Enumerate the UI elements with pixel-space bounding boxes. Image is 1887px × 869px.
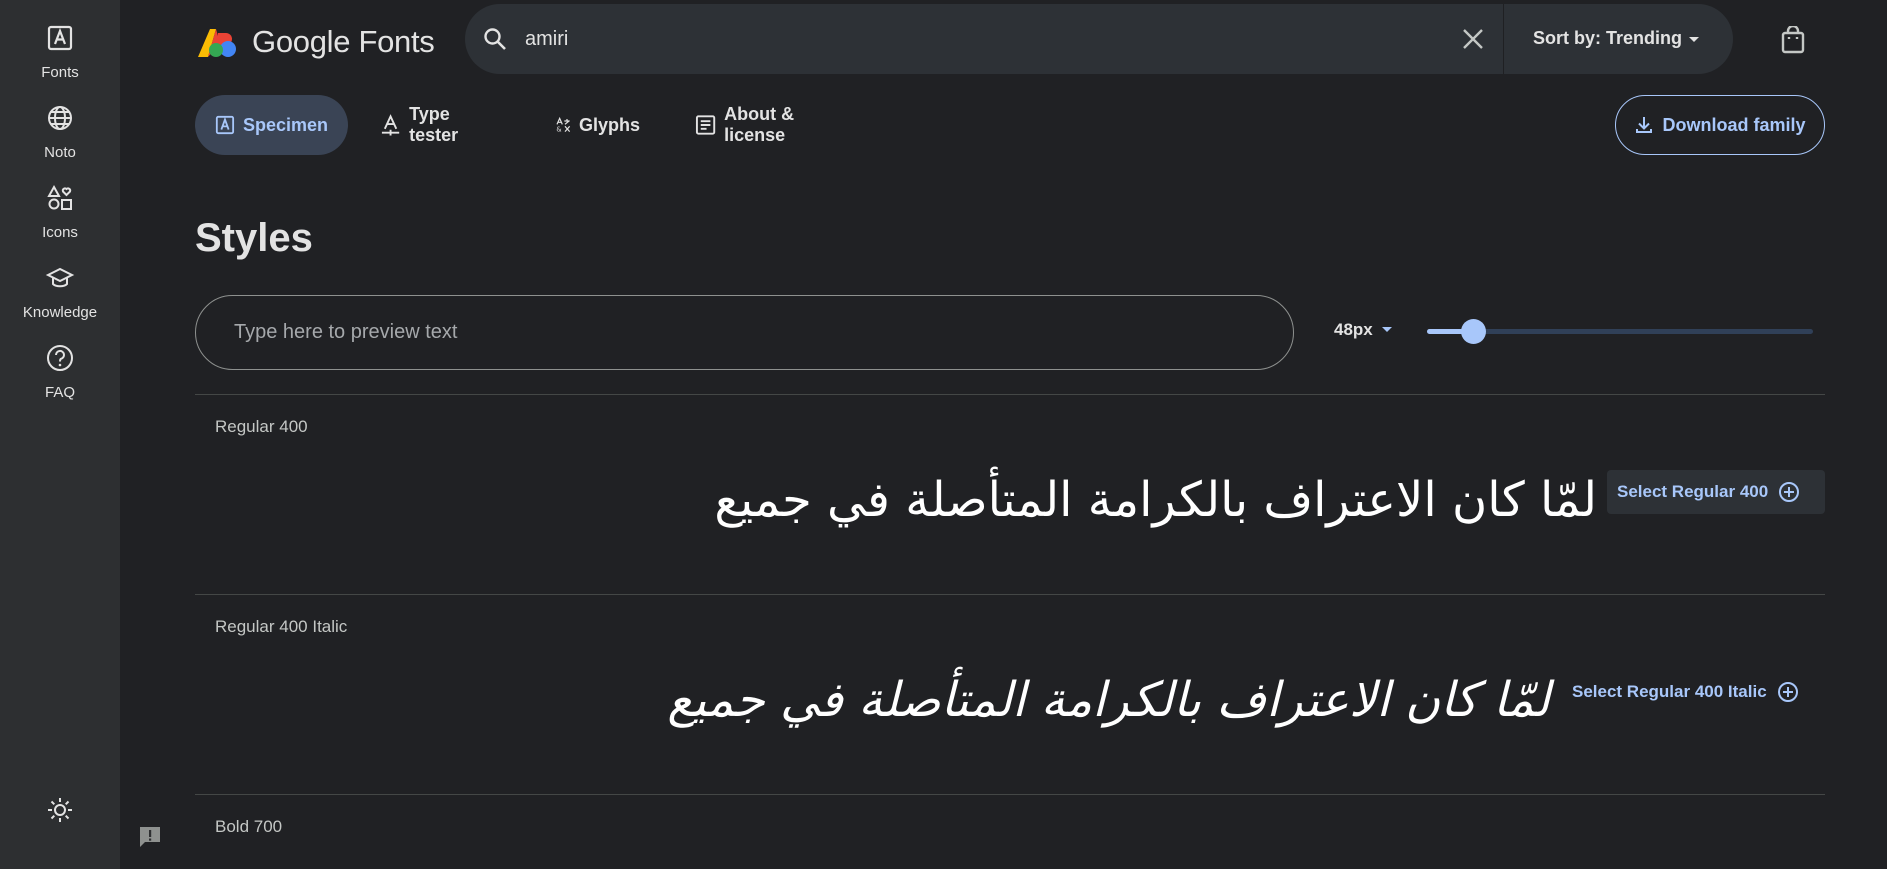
- search-input[interactable]: [525, 24, 1425, 54]
- download-icon: [1636, 117, 1653, 133]
- download-family-button[interactable]: Download family: [1615, 95, 1825, 155]
- shopping-bag-icon[interactable]: [1780, 24, 1806, 59]
- google-fonts-logo[interactable]: Google Fonts: [196, 24, 435, 60]
- add-circle-icon: [1779, 482, 1800, 502]
- search-divider: [1503, 4, 1504, 74]
- style-label-regular-400-italic: Regular 400 Italic: [215, 617, 348, 636]
- search-icon: [483, 27, 507, 56]
- divider: [195, 594, 1825, 595]
- sample-text-regular-400: لمّا كان الاعتراف بالكرامة المتأصلة في ج…: [714, 472, 1597, 528]
- svg-text:&: &: [556, 126, 561, 134]
- glyphs-icon: &: [556, 116, 571, 134]
- tab-label: Specimen: [242, 114, 328, 135]
- tab-label: About & license: [724, 104, 795, 145]
- rail-item-faq[interactable]: FAQ: [0, 338, 120, 410]
- rail-item-noto[interactable]: Noto: [0, 98, 120, 170]
- tab-specimen[interactable]: Specimen: [195, 95, 348, 155]
- font-size-slider-thumb[interactable]: [1460, 319, 1486, 344]
- caret-down-icon: [1381, 327, 1392, 332]
- tab-about-license[interactable]: About & license: [675, 95, 875, 155]
- help-circle-icon: [44, 342, 76, 374]
- rail-item-icons[interactable]: Icons: [0, 178, 120, 250]
- graduation-cap-icon: [44, 262, 76, 294]
- sort-label: Sort by: Trending: [1533, 28, 1683, 48]
- select-label: Select Regular 400 Italic: [1572, 682, 1767, 701]
- divider: [195, 794, 1825, 795]
- select-label: Select Regular 400: [1617, 482, 1769, 501]
- rail-label: Noto: [44, 144, 76, 161]
- tab-label: Glyphs: [578, 114, 640, 135]
- add-circle-icon: [1777, 682, 1798, 702]
- select-regular-400-button[interactable]: Select Regular 400: [1607, 470, 1825, 514]
- select-regular-400-italic-button[interactable]: Select Regular 400 Italic: [1562, 670, 1825, 714]
- rail-label: FAQ: [44, 384, 75, 401]
- tab-glyphs[interactable]: & Glyphs: [535, 95, 660, 155]
- rail-label: Knowledge: [22, 304, 98, 321]
- article-icon: [695, 115, 716, 135]
- theme-toggle-sun-icon[interactable]: [44, 794, 76, 826]
- clear-icon[interactable]: [1462, 28, 1484, 55]
- sample-text-regular-400-italic: لمّا كان الاعتراف بالكرامة المتأصلة في ج…: [667, 672, 1550, 728]
- preview-text-input[interactable]: [195, 295, 1294, 370]
- logo-text: Google Fonts: [252, 24, 435, 59]
- side-rail: Fonts Noto Icons Knowledge FAQ: [0, 0, 120, 869]
- google-fonts-logo-icon: [198, 29, 236, 57]
- rail-item-fonts[interactable]: Fonts: [0, 18, 120, 90]
- style-label-bold-700: Bold 700: [215, 817, 283, 836]
- styles-heading: Styles: [195, 216, 313, 260]
- tab-type-tester[interactable]: Type tester: [360, 95, 520, 155]
- tab-label: Type tester: [409, 104, 459, 145]
- sort-dropdown[interactable]: Sort by: Trending: [1533, 28, 1706, 49]
- font-size-dropdown[interactable]: 48px: [1334, 320, 1395, 340]
- divider: [195, 394, 1825, 395]
- search-bar: Sort by: Trending: [465, 4, 1733, 74]
- specimen-icon: [215, 115, 235, 135]
- rail-item-knowledge[interactable]: Knowledge: [0, 258, 120, 330]
- style-label-regular-400: Regular 400: [215, 417, 308, 436]
- font-icon: [44, 22, 76, 54]
- rail-label: Fonts: [41, 64, 79, 81]
- type-tester-icon: [381, 114, 400, 136]
- shapes-icon: [44, 182, 76, 214]
- download-label: Download family: [1662, 114, 1806, 135]
- caret-down-icon: [1689, 36, 1700, 42]
- rail-label: Icons: [42, 224, 78, 241]
- feedback-icon[interactable]: [135, 822, 165, 852]
- font-size-label: 48px: [1334, 320, 1373, 339]
- globe-icon: [44, 102, 76, 134]
